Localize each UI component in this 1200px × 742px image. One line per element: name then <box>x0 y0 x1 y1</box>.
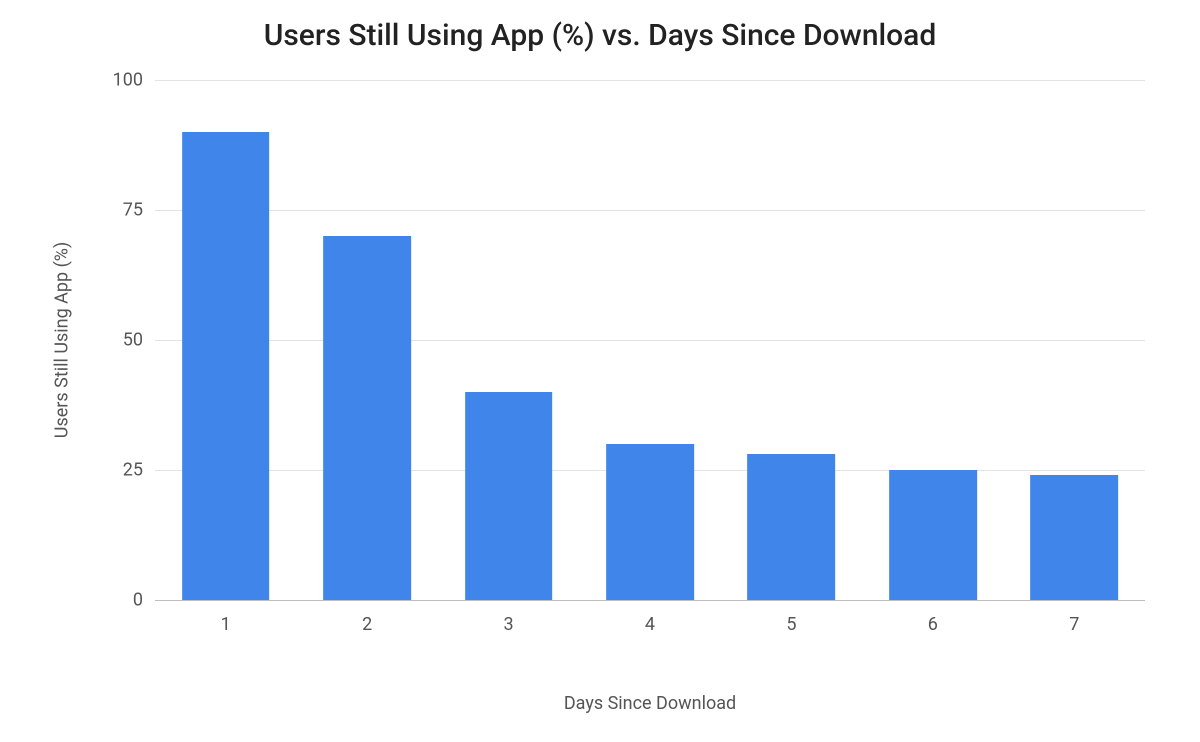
x-tick-label: 6 <box>928 614 938 635</box>
y-tick-label: 25 <box>123 460 143 481</box>
chart-container: Users Still Using App (%) vs. Days Since… <box>0 0 1200 742</box>
bar <box>889 470 977 600</box>
baseline <box>155 600 1145 601</box>
x-tick-label: 3 <box>503 614 513 635</box>
x-axis-label: Days Since Download <box>155 693 1145 714</box>
bar-slot: 3 <box>438 80 579 600</box>
bar-slot: 6 <box>862 80 1003 600</box>
x-tick-label: 1 <box>221 614 231 635</box>
bar-slot: 2 <box>296 80 437 600</box>
y-tick-label: 75 <box>123 200 143 221</box>
bar <box>1030 475 1118 600</box>
bar-slot: 7 <box>1004 80 1145 600</box>
bar-slot: 5 <box>721 80 862 600</box>
bar <box>606 444 694 600</box>
plot-area: 02550751001234567 <box>155 80 1145 600</box>
chart-title: Users Still Using App (%) vs. Days Since… <box>0 0 1200 53</box>
y-tick-label: 0 <box>133 590 143 611</box>
bar <box>748 454 836 600</box>
x-tick-label: 5 <box>786 614 796 635</box>
x-tick-label: 7 <box>1069 614 1079 635</box>
x-tick-label: 2 <box>362 614 372 635</box>
y-tick-label: 100 <box>113 70 143 91</box>
y-axis-label: Users Still Using App (%) <box>52 242 73 438</box>
y-tick-label: 50 <box>123 330 143 351</box>
bar-slot: 4 <box>579 80 720 600</box>
bar <box>323 236 411 600</box>
bar-slot: 1 <box>155 80 296 600</box>
x-tick-label: 4 <box>645 614 655 635</box>
bar <box>182 132 270 600</box>
bar <box>465 392 553 600</box>
